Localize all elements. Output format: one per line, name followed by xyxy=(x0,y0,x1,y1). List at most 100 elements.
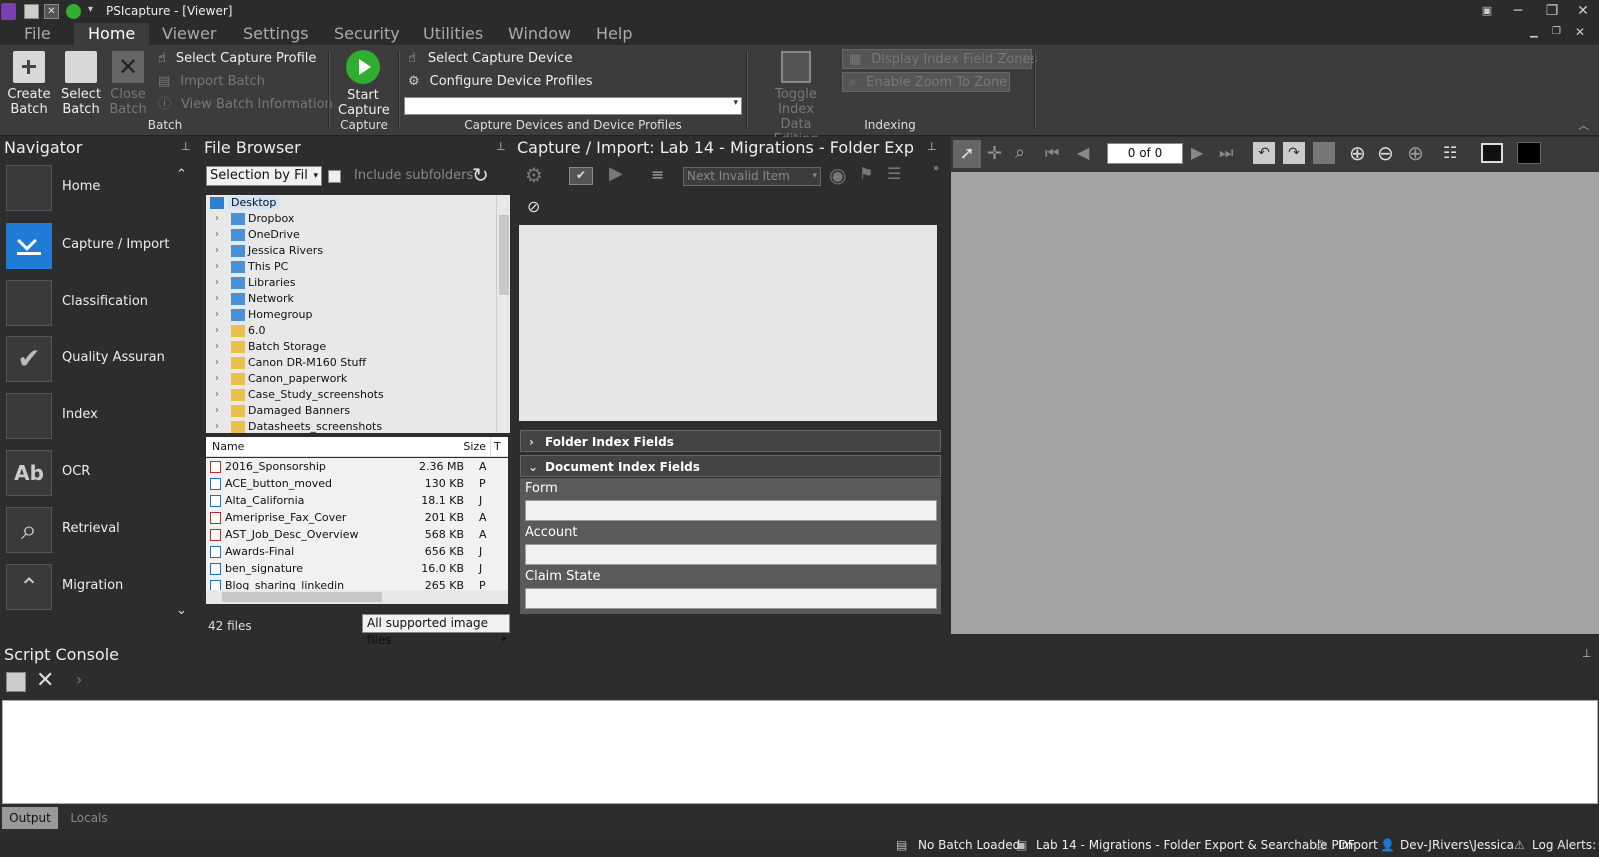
zoom-tool-icon[interactable]: ⌕ xyxy=(1015,142,1025,163)
tree-item[interactable]: › Damaged Banners xyxy=(206,403,496,419)
refresh-icon[interactable]: ↻ xyxy=(472,163,489,187)
pin-icon[interactable]: ⊥ xyxy=(927,140,937,153)
tree-item[interactable]: › Canon DR-M160 Stuff xyxy=(206,355,496,371)
expand-chevron-icon[interactable]: › xyxy=(215,291,219,307)
tree-item[interactable]: › Libraries xyxy=(206,275,496,291)
tab-utilities[interactable]: Utilities xyxy=(409,23,497,45)
column-size[interactable]: Size xyxy=(456,437,486,457)
view-batch-info-button[interactable]: ⓘ View Batch Information xyxy=(158,95,333,115)
file-row[interactable]: ACE_button_moved 130 KB P xyxy=(206,475,508,492)
console-tab-output[interactable]: Output xyxy=(2,807,58,829)
file-type-filter[interactable]: All supported image files ▾ xyxy=(362,614,510,647)
run-icon[interactable]: › xyxy=(76,670,82,689)
expand-chevron-icon[interactable]: › xyxy=(215,243,219,259)
file-row[interactable]: 2016_Sponsorship 2.36 MB A xyxy=(206,458,508,475)
file-row[interactable]: AST_Job_Desc_Overview 568 KB A xyxy=(206,526,508,543)
collapse-ribbon-icon[interactable]: ︿ xyxy=(1578,117,1589,133)
select-capture-device-button[interactable]: ☝ Select Capture Device xyxy=(408,49,572,69)
layout-icon[interactable] xyxy=(1481,143,1503,163)
tree-item[interactable]: › Datasheets_screenshots xyxy=(206,419,496,433)
flag-icon[interactable]: ⚑ xyxy=(859,164,873,183)
play-icon[interactable] xyxy=(66,4,81,19)
nav-item-quality-assurance[interactable]: ✔ Quality Assuran xyxy=(4,334,194,386)
expand-chevron-icon[interactable]: › xyxy=(215,227,219,243)
file-row[interactable]: ben_signature 16.0 KB J xyxy=(206,560,508,577)
fullscreen-icon[interactable] xyxy=(1517,142,1541,164)
console-tab-locals[interactable]: Locals xyxy=(60,807,118,829)
tree-item[interactable]: › Dropbox xyxy=(206,211,496,227)
pin-icon[interactable]: ⊥ xyxy=(1582,647,1592,660)
tab-help[interactable]: Help xyxy=(582,23,646,45)
expand-chevron-icon[interactable]: › xyxy=(215,275,219,291)
close-batch-button[interactable]: ✕ Close Batch xyxy=(108,51,148,117)
minimize-button[interactable]: ─ xyxy=(1501,0,1535,23)
pin-icon[interactable]: ⊥ xyxy=(496,140,506,153)
first-page-icon[interactable]: ⏮ xyxy=(1045,143,1059,163)
go-icon[interactable]: ◉ xyxy=(829,163,846,187)
nav-item-classification[interactable]: Classification xyxy=(4,278,194,330)
toggle-index-data-editing-button[interactable]: Toggle Index Data Editing xyxy=(756,51,836,147)
file-list[interactable]: 2016_Sponsorship 2.36 MB A ACE_button_moved… xyxy=(206,458,508,590)
clear-icon[interactable]: ✕ xyxy=(36,668,54,693)
tree-item[interactable]: › OneDrive xyxy=(206,227,496,243)
tab-viewer[interactable]: Viewer xyxy=(148,23,230,45)
restore-tab-icon[interactable]: ▣ xyxy=(1470,0,1504,23)
file-row[interactable]: Alta_California 18.1 KB J xyxy=(206,492,508,509)
tree-item[interactable]: › 6.0 xyxy=(206,323,496,339)
camera-off-icon[interactable]: ⊘ xyxy=(527,197,540,216)
form-field[interactable] xyxy=(525,500,937,521)
select-capture-profile-button[interactable]: ☝ Select Capture Profile xyxy=(158,49,316,69)
claim-state-field[interactable] xyxy=(525,588,937,609)
mdi-restore-icon[interactable]: ❐ xyxy=(1552,26,1561,37)
previous-page-icon[interactable]: ◀ xyxy=(1077,143,1089,162)
nav-item-home[interactable]: Home xyxy=(4,163,194,215)
tree-item[interactable]: › Batch Storage xyxy=(206,339,496,355)
tree-item[interactable]: › This PC xyxy=(206,259,496,275)
next-invalid-dropdown[interactable]: Next Invalid Item ▾ xyxy=(683,167,821,186)
overflow-icon[interactable]: » xyxy=(933,163,939,174)
file-row[interactable]: Awards-Final 656 KB J xyxy=(206,543,508,560)
pin-icon[interactable]: ⊥ xyxy=(181,140,191,153)
pointer-tool-icon[interactable]: ➚ xyxy=(953,140,981,168)
checklist-icon[interactable]: ☰ xyxy=(887,164,901,183)
page-counter-input[interactable]: 0 of 0 xyxy=(1107,143,1183,164)
document-index-fields-header[interactable]: ⌄ Document Index Fields xyxy=(520,455,941,477)
expand-chevron-icon[interactable]: › xyxy=(215,259,219,275)
tree-item[interactable]: › Canon_paperwork xyxy=(206,371,496,387)
console-output-area[interactable] xyxy=(2,700,1598,804)
selection-mode-dropdown[interactable]: Selection by Fil ▾ xyxy=(206,166,322,186)
save-icon[interactable] xyxy=(24,4,39,19)
file-list-hscrollbar[interactable] xyxy=(206,590,508,604)
tree-item[interactable]: › Case_Study_screenshots xyxy=(206,387,496,403)
column-name[interactable]: Name xyxy=(212,437,244,457)
folder-tree[interactable]: Desktop › Dropbox › OneDrive › Jessica Rivers ›… xyxy=(206,195,496,433)
folder-index-fields-header[interactable]: › Folder Index Fields xyxy=(520,430,941,452)
tab-window[interactable]: Window xyxy=(494,23,585,45)
configure-device-profiles-button[interactable]: ⚙ Configure Device Profiles xyxy=(408,72,593,92)
expand-chevron-icon[interactable]: › xyxy=(215,403,219,419)
column-type[interactable]: T xyxy=(490,437,501,457)
maximize-button[interactable]: ❐ xyxy=(1535,0,1569,23)
save-page-icon[interactable] xyxy=(1313,142,1335,164)
page-list-icon[interactable]: ☷ xyxy=(1443,143,1457,162)
mdi-minimize-icon[interactable]: ▁ xyxy=(1530,27,1538,38)
expand-chevron-icon[interactable]: › xyxy=(215,307,219,323)
file-row[interactable]: Ameriprise_Fax_Cover 201 KB A xyxy=(206,509,508,526)
mdi-close-icon[interactable]: ✕ xyxy=(1575,25,1585,39)
image-viewer[interactable] xyxy=(951,137,1599,634)
tab-settings[interactable]: Settings xyxy=(229,23,323,45)
tree-item[interactable]: Desktop xyxy=(206,195,496,211)
enable-zoom-to-zone-button[interactable]: ⌕ Enable Zoom To Zone xyxy=(842,72,1010,92)
expand-chevron-icon[interactable]: › xyxy=(215,323,219,339)
nav-item-capture-import[interactable]: Capture / Import xyxy=(4,221,194,273)
nav-item-index[interactable]: Index xyxy=(4,391,194,443)
rotate-right-icon[interactable]: ↷ xyxy=(1283,142,1305,164)
tree-item[interactable]: › Jessica Rivers xyxy=(206,243,496,259)
process-icon[interactable]: ▶ xyxy=(609,163,623,184)
save-icon[interactable] xyxy=(6,672,26,692)
nav-item-ocr[interactable]: Ab OCR xyxy=(4,448,194,500)
close-button[interactable]: ✕ xyxy=(1566,0,1599,23)
nav-item-migration[interactable]: ⌃ Migration xyxy=(4,562,194,614)
start-capture-button[interactable]: Start Capture xyxy=(338,50,390,118)
quick-access-dropdown-icon[interactable]: ▾ xyxy=(88,4,93,15)
